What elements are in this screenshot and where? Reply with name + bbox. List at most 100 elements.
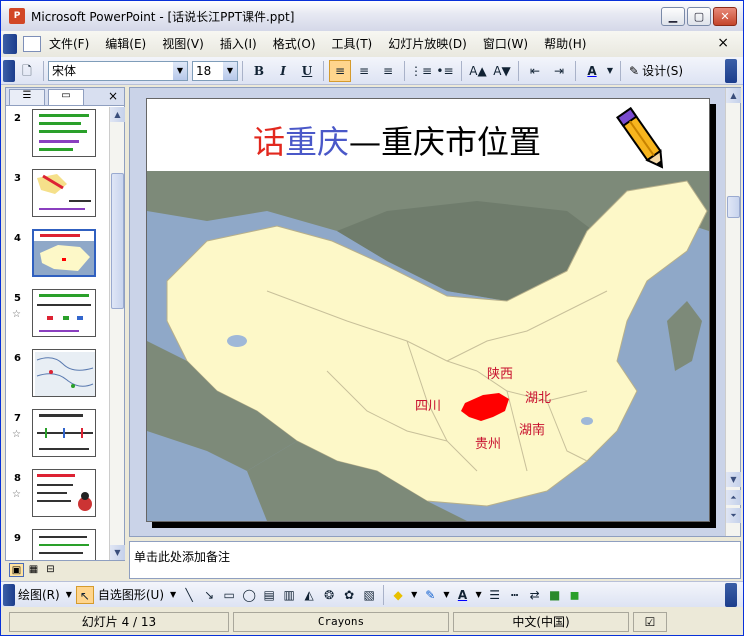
slide-sorter-icon[interactable]: ▦ — [26, 563, 41, 577]
menu-slideshow[interactable]: 幻灯片放映(D) — [380, 31, 475, 57]
picture-icon[interactable]: ▧ — [360, 586, 378, 604]
maximize-button[interactable]: ▢ — [687, 7, 711, 26]
select-pointer-icon[interactable]: ↖ — [75, 585, 94, 604]
decrease-font-size-icon[interactable]: A▼ — [491, 60, 513, 82]
numbered-list-icon[interactable]: ⋮≡ — [410, 60, 432, 82]
scroll-thumb[interactable] — [111, 173, 124, 309]
scroll-up-icon[interactable]: ▲ — [726, 88, 741, 103]
chevron-down-icon[interactable]: ▼ — [173, 61, 187, 80]
fill-color-icon[interactable]: ◆ — [389, 586, 407, 604]
design-button[interactable]: ✎ 设计(S) — [629, 62, 683, 79]
draw-menu-button[interactable]: 绘图(R) — [15, 586, 63, 603]
thumbnail-item[interactable]: 8 ☆ — [6, 467, 110, 527]
underline-button[interactable]: U — [296, 60, 318, 82]
menu-tools[interactable]: 工具(T) — [324, 31, 381, 57]
scroll-down-icon[interactable]: ▼ — [726, 472, 741, 487]
thumbnail-item[interactable]: 2 — [6, 107, 110, 167]
thumbnail-item[interactable]: 5 ☆ — [6, 287, 110, 347]
vertical-textbox-icon[interactable]: ▥ — [280, 586, 298, 604]
align-right-icon[interactable]: ≡ — [377, 60, 399, 82]
toolbar-grip-handle[interactable] — [3, 583, 15, 606]
wordart-icon[interactable]: ◭ — [300, 586, 318, 604]
scroll-up-icon[interactable]: ▲ — [110, 107, 125, 122]
close-button[interactable]: ✕ — [713, 7, 737, 26]
font-color-icon[interactable]: A — [581, 60, 603, 82]
font-color-icon[interactable]: A — [453, 586, 471, 604]
align-left-icon[interactable]: ≡ — [329, 59, 351, 82]
menu-file[interactable]: 文件(F) — [41, 31, 97, 57]
slide-thumbnail[interactable] — [32, 289, 96, 337]
toolbar-grip-handle[interactable] — [3, 59, 15, 82]
font-name-combo[interactable]: 宋体 ▼ — [48, 60, 188, 81]
document-icon[interactable] — [23, 36, 41, 52]
chevron-down-icon[interactable]: ▼ — [223, 61, 237, 80]
decrease-indent-icon[interactable]: ⇤ — [524, 60, 546, 82]
normal-view-icon[interactable]: ▣ — [9, 563, 24, 577]
bold-button[interactable]: B — [248, 60, 270, 82]
document-close-icon[interactable]: × — [717, 35, 729, 51]
menu-window[interactable]: 窗口(W) — [475, 31, 536, 57]
align-center-icon[interactable]: ≡ — [353, 60, 375, 82]
shadow-icon[interactable]: ■ — [546, 586, 564, 604]
toolbar-options-handle[interactable] — [725, 583, 737, 607]
thumbnail-item[interactable]: 3 — [6, 167, 110, 227]
tab-outline[interactable]: ☰ — [9, 89, 45, 105]
chevron-down-icon[interactable]: ▼ — [408, 590, 420, 599]
slide-thumbnail[interactable] — [32, 109, 96, 157]
increase-font-size-icon[interactable]: A▲ — [467, 60, 489, 82]
slide-thumbnail[interactable] — [32, 409, 96, 457]
slide-thumbnail[interactable] — [32, 469, 96, 517]
chevron-down-icon[interactable]: ▼ — [167, 590, 179, 599]
3d-style-icon[interactable]: ◼ — [566, 586, 584, 604]
chevron-down-icon[interactable]: ▼ — [440, 590, 452, 599]
menu-edit[interactable]: 编辑(E) — [97, 31, 154, 57]
thumbnail-item[interactable]: 4 — [6, 227, 110, 287]
menu-grip-handle[interactable] — [3, 34, 17, 54]
menu-insert[interactable]: 插入(I) — [212, 31, 265, 57]
diagram-icon[interactable]: ❂ — [320, 586, 338, 604]
slide-thumbnail[interactable] — [32, 169, 96, 217]
previous-slide-icon[interactable]: ⏶ — [726, 490, 741, 505]
slide-thumbnail-selected[interactable] — [32, 229, 96, 277]
slide-title[interactable]: 话重庆—重庆市位置 — [147, 117, 647, 163]
line-style-icon[interactable]: ☰ — [486, 586, 504, 604]
powerpoint-icon[interactable]: P — [9, 8, 25, 24]
scroll-thumb[interactable] — [727, 196, 740, 218]
menu-help[interactable]: 帮助(H) — [536, 31, 594, 57]
line-icon[interactable]: ╲ — [180, 586, 198, 604]
minimize-button[interactable]: ▁ — [661, 7, 685, 26]
increase-indent-icon[interactable]: ⇥ — [548, 60, 570, 82]
close-icon[interactable]: × — [108, 89, 118, 103]
font-size-combo[interactable]: 18 ▼ — [192, 60, 238, 81]
textbox-icon[interactable]: ▤ — [260, 586, 278, 604]
arrow-icon[interactable]: ↘ — [200, 586, 218, 604]
slideshow-icon[interactable]: ⊟ — [43, 563, 58, 577]
slide-canvas[interactable]: 话重庆—重庆市位置 陕西 四川 湖北 湖南 贵州 — [146, 98, 710, 522]
thumbnail-item[interactable]: 7 ☆ — [6, 407, 110, 467]
rectangle-icon[interactable]: ▭ — [220, 586, 238, 604]
slide-scrollbar[interactable]: ▲ ▼ ⏶ ⏷ — [725, 88, 741, 536]
oval-icon[interactable]: ◯ — [240, 586, 258, 604]
notes-pane[interactable]: 单击此处添加备注 — [129, 541, 741, 579]
autoshapes-button[interactable]: 自选图形(U) — [95, 586, 167, 603]
arrow-style-icon[interactable]: ⇄ — [526, 586, 544, 604]
dash-style-icon[interactable]: ┅ — [506, 586, 524, 604]
scroll-down-icon[interactable]: ▼ — [110, 545, 125, 560]
clipart-icon[interactable]: ✿ — [340, 586, 358, 604]
italic-button[interactable]: I — [272, 60, 294, 82]
next-slide-icon[interactable]: ⏷ — [726, 508, 741, 523]
tab-slides[interactable]: ▭ — [48, 89, 84, 105]
thumbnail-item[interactable]: 6 — [6, 347, 110, 407]
menu-format[interactable]: 格式(O) — [265, 31, 324, 57]
line-color-icon[interactable]: ✎ — [421, 586, 439, 604]
bullet-list-icon[interactable]: •≡ — [434, 60, 456, 82]
slide-thumbnail[interactable] — [32, 349, 96, 397]
chevron-down-icon[interactable]: ▼ — [472, 590, 484, 599]
menu-view[interactable]: 视图(V) — [154, 31, 212, 57]
title-bar[interactable]: P Microsoft PowerPoint - [话说长江PPT课件.ppt]… — [1, 1, 743, 31]
thumbnail-item[interactable]: 9 — [6, 527, 110, 560]
new-document-icon[interactable]: 🗋 — [16, 60, 38, 82]
thumbnail-scrollbar[interactable]: ▲ ▼ — [109, 107, 125, 560]
toolbar-options-handle[interactable] — [725, 59, 737, 83]
chevron-down-icon[interactable]: ▼ — [63, 590, 75, 599]
